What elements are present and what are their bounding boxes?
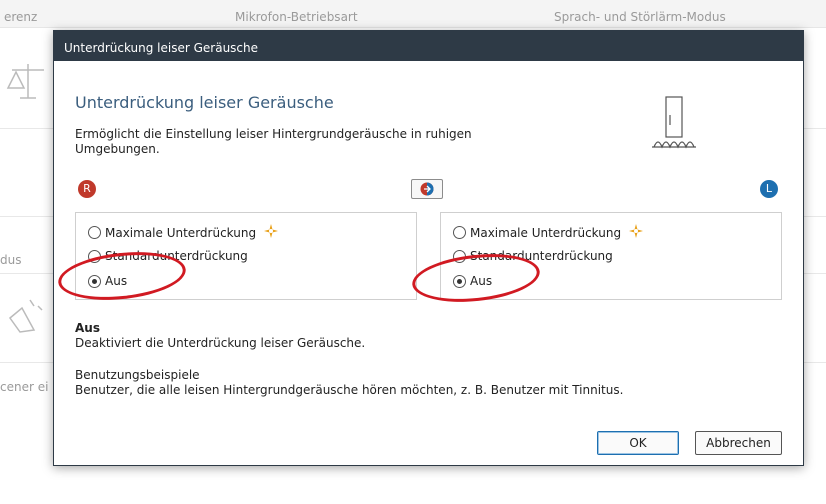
info-title: Aus: [75, 321, 100, 335]
dialog-titlebar: Unterdrückung leiser Geräusche: [54, 31, 803, 61]
background-tab-bar: erenz Mikrofon-Betriebsart Sprach- und S…: [0, 0, 826, 28]
right-ear-badge: R: [78, 180, 96, 198]
option-label: Maximale Unterdrückung: [470, 225, 622, 240]
noise-suppression-dialog: Unterdrückung leiser Geräusche Unterdrüc…: [53, 30, 804, 466]
radio-button[interactable]: [88, 226, 101, 239]
dialog-description: Ermöglicht die Einstellung leiser Hinter…: [75, 127, 472, 156]
noise-illustration-icon: [644, 95, 704, 158]
left-option-maximum[interactable]: Maximale Unterdrückung: [453, 224, 644, 241]
radio-button[interactable]: [453, 226, 466, 239]
cancel-button[interactable]: Abbrechen: [695, 431, 782, 455]
link-ears-button[interactable]: [411, 179, 443, 199]
balance-scale-icon: [6, 60, 50, 107]
background-label-mode: dus: [0, 253, 22, 267]
example-title: Benutzungsbeispiele: [75, 368, 200, 382]
background-tab-mic-mode[interactable]: Mikrofon-Betriebsart: [235, 10, 358, 24]
right-option-maximum[interactable]: Maximale Unterdrückung: [88, 224, 279, 241]
sparkle-icon: [264, 224, 279, 241]
option-label: Maximale Unterdrückung: [105, 225, 257, 240]
example-text: Benutzer, die alle leisen Hintergrundger…: [75, 383, 624, 397]
background-tab-speech-noise[interactable]: Sprach- und Störlärm-Modus: [554, 10, 726, 24]
sparkle-icon: [629, 224, 644, 241]
link-ears-icon: [420, 182, 434, 196]
ok-button[interactable]: OK: [597, 431, 679, 455]
info-text: Deaktiviert die Unterdrückung leiser Ger…: [75, 336, 366, 350]
background-label-listener: cener ei: [0, 380, 49, 394]
left-ear-badge: L: [760, 180, 778, 198]
dialog-heading: Unterdrückung leiser Geräusche: [75, 93, 334, 112]
background-tab-balance[interactable]: erenz: [4, 10, 37, 24]
speaker-icon: [4, 292, 48, 339]
